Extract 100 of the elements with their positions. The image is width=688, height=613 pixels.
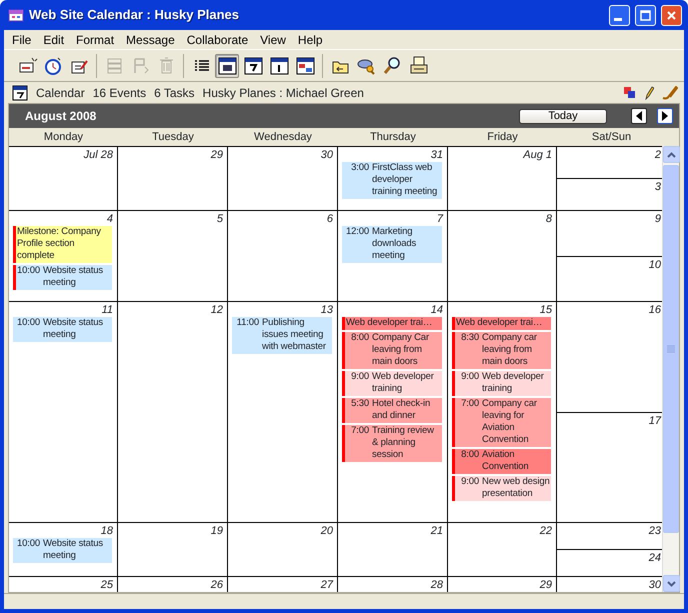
day-name: Monday [42,130,84,145]
menu-item[interactable]: View [254,30,292,48]
maximize-button[interactable] [635,4,656,26]
event-entry[interactable]: 10:00 Website status meeting [13,265,112,290]
day-cell[interactable]: Aug 1 [448,147,557,211]
day-cell[interactable]: 31 3:00 FirstClass web developer training meeting [338,147,448,211]
day-cell[interactable]: 6 [228,211,338,302]
search-icon [382,55,402,76]
day-cell[interactable]: 30 [557,577,662,592]
date-number: 31 [430,148,444,162]
day-cell[interactable]: 5 [118,211,228,302]
day-cell[interactable]: 27 [228,577,338,592]
previous-icon [635,111,643,121]
menu-item[interactable]: Edit [37,30,70,48]
event-entry[interactable]: 8:30 Company car leaving from main doors [452,332,551,369]
close-button[interactable] [661,4,682,26]
day-cell[interactable]: 13 11:00 Publishing issues meeting with webmaster [228,302,338,523]
day-cell[interactable]: 23 [557,523,662,549]
menu-item[interactable]: Message [120,30,181,48]
event-time: 3:00 [350,162,370,175]
menu-item[interactable]: Format [70,30,120,48]
day-cell[interactable]: 25 [9,577,118,592]
event-entry[interactable]: 8:00 Aviation Convention [452,449,551,474]
event-time: 9:00 [460,371,480,384]
event-entry[interactable]: 7:00 Training review & planning session [342,425,442,462]
next-button[interactable] [657,108,673,124]
day-cell[interactable]: 16 [557,302,662,412]
day-cell[interactable]: 29 [448,577,557,592]
day-cell[interactable]: 20 [228,523,338,577]
event-entry[interactable]: 10:00 Website status meeting [13,538,112,563]
today-button[interactable]: Today [519,108,607,124]
event-entry[interactable]: 8:00 Company Car leaving from main doors [342,332,442,369]
event-entry[interactable]: 10:00 Website status meeting [13,317,112,342]
scroll-up-button[interactable] [663,146,680,163]
event-entry[interactable]: 9:00 Web developer training [452,371,551,396]
event-entry[interactable]: 5:30 Hotel check-in and dinner [342,398,442,423]
event-title: FirstClass web developer training meeting [372,162,438,198]
date-number: Aug 1 [523,148,553,162]
event-entry[interactable]: 3:00 FirstClass web developer training meeting [342,162,442,199]
event-entry[interactable]: 9:00 Web developer training [342,371,442,396]
day-cell[interactable]: 14 Web developer trai… 8:00 Company Car leaving from main doors 9:00 Web developer training 5:30 Hotel check-in and dinner 7:00 Training review & planning session [338,302,448,523]
event-entry[interactable]: 7:00 Company car leaving for Aviation Convention [452,398,551,447]
date-number: 7 [436,212,444,226]
day-cell[interactable]: 15 Web developer trai… 8:30 Company car leaving from main doors 9:00 Web developer training 7:00 Company car leaving for Aviation Convention 8:00 Aviation Convention 9:00 New web design presentation [448,302,557,523]
event-title: Company car leaving for Aviation Convention [482,398,538,446]
day-cell[interactable]: 4 Milestone: Company Profile section complete 10:00 Website status meeting [9,211,118,302]
scroll-thumb[interactable] [663,165,679,533]
menu-item[interactable]: Collaborate [180,30,254,48]
day-cell[interactable]: 19 [118,523,228,577]
day-cell[interactable]: 8 [448,211,557,302]
tasks-count: 6 Tasks [154,84,195,102]
day-cell[interactable]: Jul 28 [9,147,118,211]
printer-icon [408,55,428,76]
day-cell[interactable]: 29 [118,147,228,211]
date-number: 17 [648,414,662,428]
minimize-button[interactable] [609,4,630,26]
date-number: 28 [430,578,444,592]
event-entry[interactable]: 9:00 New web design presentation [452,476,551,501]
previous-button[interactable] [631,108,647,124]
calendar-icon [216,55,238,76]
close-icon [666,10,677,20]
day-cell[interactable]: 9 [557,211,662,256]
date-number: 16 [648,303,662,317]
minimize-icon [614,18,622,20]
up-icon [667,152,676,158]
app-icon [8,7,24,23]
event-title: Company car leaving from main doors [482,332,538,368]
event-time: 9:00 [350,371,370,384]
day-name: Friday [486,130,519,145]
event-title: Web developer training [372,371,435,395]
event-entry[interactable]: 12:00 Marketing downloads meeting [342,226,442,263]
grip-icon [667,345,675,353]
events-count: 16 Events [92,84,146,102]
menu-item[interactable]: File [6,30,38,48]
milestone-entry[interactable]: Milestone: Company Profile section complete [13,226,112,263]
day-cell[interactable]: 21 [338,523,448,577]
date-number: 24 [648,551,662,565]
day-cell[interactable]: 22 [448,523,557,577]
day-cell[interactable]: 30 [228,147,338,211]
date-number: 12 [210,303,224,317]
calendar-icon [294,55,316,76]
day-cell[interactable]: 2 [557,147,662,178]
calendar-icon [242,55,264,76]
date-number: 18 [100,524,114,538]
day-cell[interactable]: 28 [338,577,448,592]
day-cell[interactable]: 18 10:00 Website status meeting [9,523,118,577]
day-cell[interactable]: 26 [118,577,228,592]
day-cell[interactable]: 12 [118,302,228,523]
date-number: 30 [648,578,662,592]
menu-item[interactable]: Help [292,30,329,48]
day-cell[interactable]: 7 12:00 Marketing downloads meeting [338,211,448,302]
day-cell[interactable]: 11 10:00 Website status meeting [9,302,118,523]
calendar-button[interactable] [215,54,239,78]
scrollbar[interactable] [662,146,679,592]
all-day-event[interactable]: Web developer trai… [452,317,551,330]
scroll-down-button[interactable] [663,575,680,592]
date-number: 23 [648,524,662,538]
event-time: 8:00 [460,449,480,462]
all-day-event[interactable]: Web developer trai… [342,317,442,330]
event-entry[interactable]: 11:00 Publishing issues meeting with webmaster [232,317,332,354]
